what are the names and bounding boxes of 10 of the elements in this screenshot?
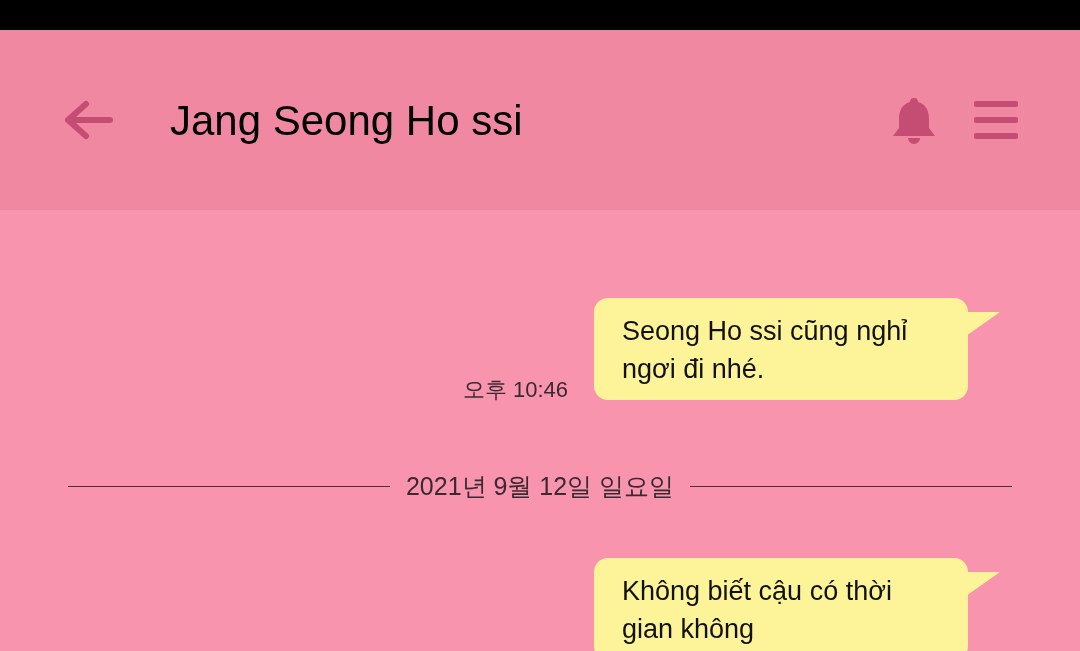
bell-icon[interactable] bbox=[890, 96, 938, 144]
message-time: 오후 10:46 bbox=[462, 376, 568, 404]
chat-title: Jang Seong Ho ssi bbox=[170, 95, 524, 146]
bubble-tail bbox=[966, 312, 1000, 336]
date-divider-label: 2021년 9월 12일 일요일 bbox=[405, 471, 675, 502]
back-arrow-icon[interactable] bbox=[62, 100, 114, 140]
message-bubble: Seong Ho ssi cũng nghỉ ngơi đi nhé. bbox=[594, 298, 968, 400]
bubble-tail bbox=[966, 571, 1000, 596]
menu-icon[interactable] bbox=[974, 100, 1018, 140]
message-bubble: Không biết cậu có thời gian không bbox=[594, 557, 968, 651]
